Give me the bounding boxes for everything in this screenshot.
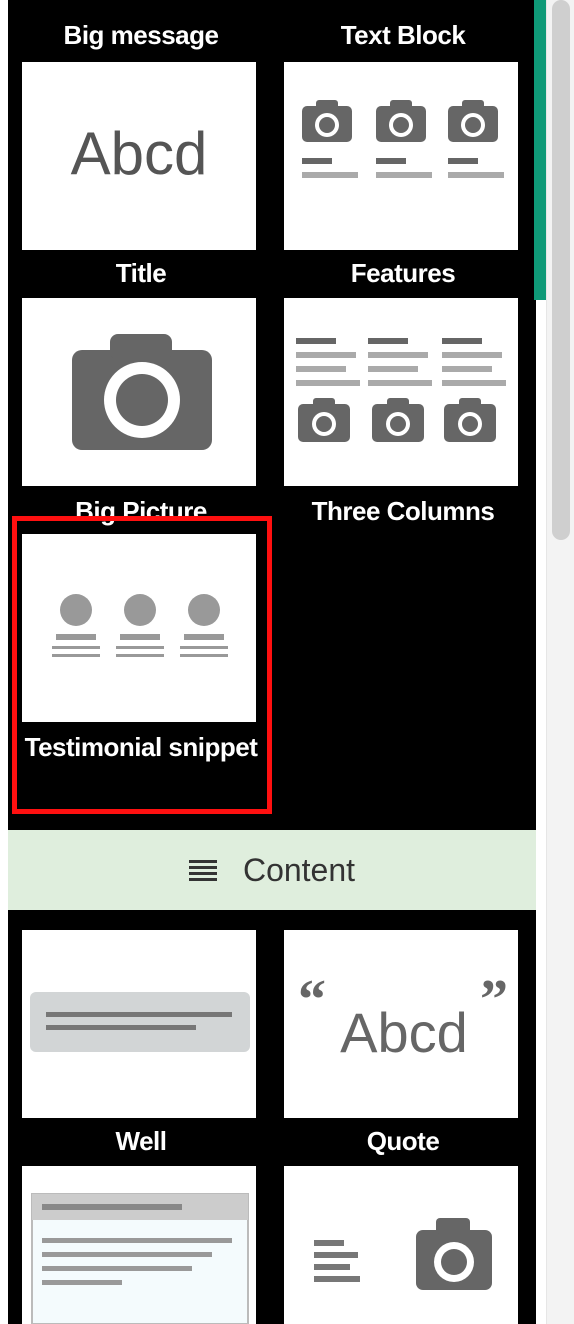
block-text-picture[interactable] <box>284 1166 518 1324</box>
scrollbar-thumb[interactable] <box>552 0 570 540</box>
block-label-three-columns: Three Columns <box>311 496 495 526</box>
block-quote[interactable]: “ Abcd ” <box>284 930 518 1118</box>
block-label-well: Well <box>115 1126 167 1156</box>
section-header-content[interactable]: Content <box>8 830 536 910</box>
camera-icon <box>72 334 212 450</box>
block-big-picture[interactable] <box>22 298 256 486</box>
camera-icon <box>376 100 426 142</box>
camera-icon <box>448 100 498 142</box>
camera-icon <box>372 398 424 442</box>
camera-icon <box>416 1218 492 1290</box>
block-label-title: Title <box>115 258 167 288</box>
camera-icon <box>444 398 496 442</box>
block-label-quote: Quote <box>366 1126 440 1156</box>
block-label-big-message: Big message <box>63 20 219 50</box>
text-picture-preview <box>314 1218 492 1290</box>
accent-strip <box>534 0 546 300</box>
well-preview <box>30 992 250 1052</box>
quote-preview: “ Abcd ” <box>298 969 508 1064</box>
menu-icon <box>188 860 217 881</box>
svg-text:”: ” <box>480 969 508 1031</box>
section-title: Content <box>242 851 356 888</box>
block-title[interactable]: Abcd <box>22 62 256 250</box>
svg-text:Abcd: Abcd <box>340 1001 468 1064</box>
title-preview: Abcd <box>71 120 208 187</box>
block-features[interactable] <box>284 62 518 250</box>
three-columns-preview <box>296 338 506 442</box>
features-preview <box>302 100 504 178</box>
block-three-columns[interactable] <box>284 298 518 486</box>
block-well[interactable] <box>22 930 256 1118</box>
svg-text:“: “ <box>298 969 326 1031</box>
panel-preview <box>31 1193 249 1324</box>
block-label-text-block: Text Block <box>340 20 466 50</box>
svg-text:Abcd: Abcd <box>71 120 208 187</box>
block-label-features: Features <box>350 258 456 288</box>
camera-icon <box>302 100 352 142</box>
selection-highlight <box>12 516 272 814</box>
block-panel[interactable] <box>22 1166 256 1324</box>
camera-icon <box>298 398 350 442</box>
